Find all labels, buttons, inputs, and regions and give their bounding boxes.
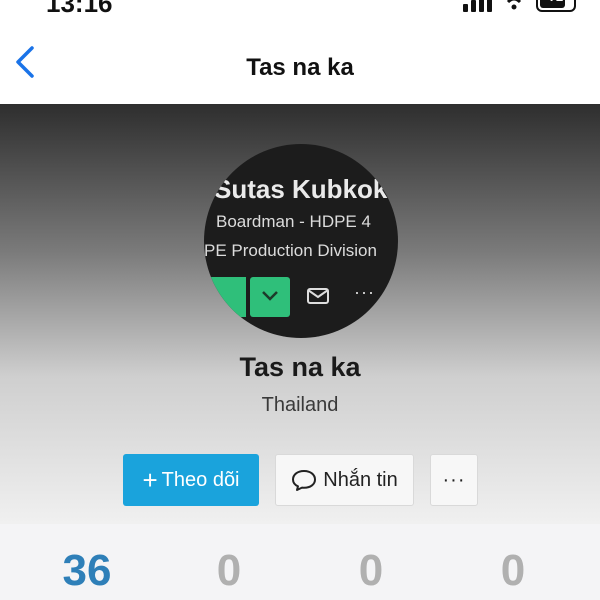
stat-value-1[interactable]: 36 (47, 546, 127, 596)
avatar-more-icon: ··· (354, 282, 375, 302)
follow-button[interactable]: + Theo dõi (123, 454, 259, 506)
status-time: 13:16 (46, 0, 113, 18)
profile-country: Thailand (261, 394, 339, 416)
message-button[interactable]: Nhắn tin (275, 454, 414, 506)
stat-value-4[interactable]: 0 (473, 546, 553, 596)
avatar-name-text: Sutas Kubkokk (214, 174, 398, 204)
stat-value-3[interactable]: 0 (331, 546, 411, 596)
more-dots-icon: ··· (442, 468, 466, 491)
status-bar: 13:16 72 (0, 0, 600, 18)
signal-icon (463, 0, 492, 12)
profile-name: Tas na ka (239, 352, 361, 382)
avatar-title-text: Boardman - HDPE 4 (216, 212, 371, 231)
battery-icon: 72 (536, 0, 576, 12)
page-title: Tas na ka (246, 54, 354, 81)
nav-bar: Tas na ka (0, 18, 600, 104)
avatar-division-text: PE Production Division (204, 241, 377, 260)
avatar-green-block (208, 277, 246, 317)
profile-header: Sutas Kubkokk Boardman - HDPE 4 PE Produ… (0, 104, 600, 524)
follow-label: Theo dõi (161, 468, 240, 491)
mail-icon (307, 288, 329, 304)
wifi-icon (506, 0, 522, 10)
avatar[interactable]: Sutas Kubkokk Boardman - HDPE 4 PE Produ… (204, 144, 398, 338)
chat-bubble-icon (292, 470, 317, 491)
plus-icon: + (142, 465, 158, 495)
stats-bar: 36 0 0 0 (0, 524, 600, 600)
more-options-button[interactable]: ··· (430, 454, 478, 506)
chevron-down-icon (262, 291, 278, 301)
stat-value-2[interactable]: 0 (189, 546, 269, 596)
message-label: Nhắn tin (323, 468, 398, 491)
status-icons: 72 (463, 0, 576, 12)
battery-level: 72 (538, 0, 574, 4)
avatar-green-dropdown (250, 277, 290, 317)
